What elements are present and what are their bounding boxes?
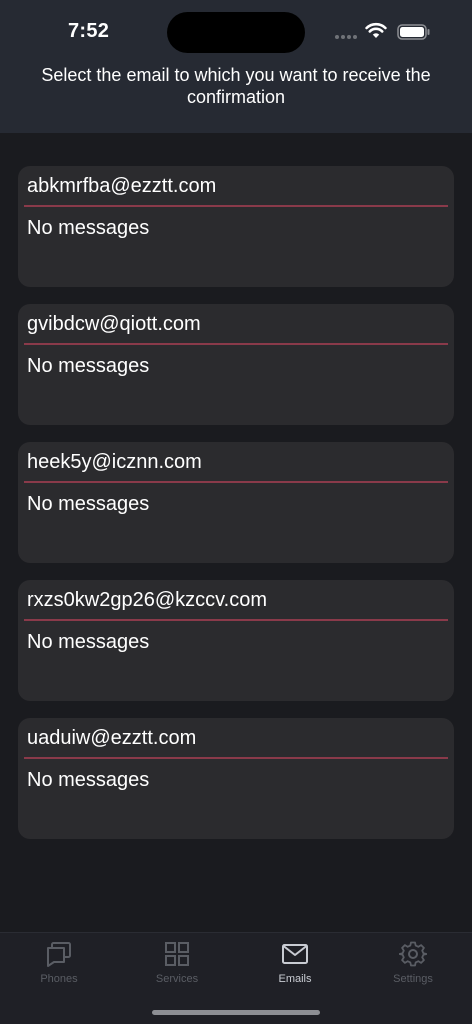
- wifi-icon: [365, 22, 387, 38]
- email-address: heek5y@icznn.com: [27, 451, 202, 473]
- email-card[interactable]: gvibdcw@qiott.com No messages: [18, 304, 454, 425]
- card-divider: [24, 343, 448, 345]
- card-divider: [24, 619, 448, 621]
- tab-phones[interactable]: Phones: [0, 933, 118, 993]
- message-status: No messages: [27, 493, 150, 515]
- email-address: abkmrfba@ezztt.com: [27, 175, 217, 197]
- card-divider: [24, 481, 448, 483]
- email-card[interactable]: uaduiw@ezztt.com No messages: [18, 718, 454, 839]
- email-card[interactable]: rxzs0kw2gp26@kzccv.com No messages: [18, 580, 454, 701]
- card-divider: [24, 205, 448, 207]
- grid-icon: [165, 942, 189, 966]
- message-status: No messages: [27, 355, 150, 377]
- header: 7:52 Select the email to which you want …: [0, 0, 472, 133]
- tab-label: Phones: [40, 973, 78, 985]
- gear-icon: [399, 941, 427, 967]
- tab-label: Services: [155, 973, 199, 985]
- status-bar: 7:52: [0, 0, 472, 62]
- message-status: No messages: [27, 769, 150, 791]
- battery-icon: [397, 24, 430, 40]
- page-title: Select the email to which you want to re…: [41, 65, 431, 107]
- home-indicator[interactable]: [152, 1010, 320, 1015]
- email-address: uaduiw@ezztt.com: [27, 727, 197, 749]
- envelope-icon: [282, 944, 308, 964]
- tab-bar: Phones Services Emails Settings: [0, 932, 472, 1024]
- message-status: No messages: [27, 217, 150, 239]
- tab-settings[interactable]: Settings: [354, 933, 472, 993]
- email-address: gvibdcw@qiott.com: [27, 313, 201, 335]
- card-divider: [24, 757, 448, 759]
- tab-label: Emails: [278, 973, 312, 985]
- tab-emails[interactable]: Emails: [236, 933, 354, 993]
- email-list: abkmrfba@ezztt.com No messages gvibdcw@q…: [18, 166, 454, 856]
- tab-services[interactable]: Services: [118, 933, 236, 993]
- message-status: No messages: [27, 631, 150, 653]
- phones-icon: [47, 942, 71, 967]
- cellular-signal-icon: [335, 35, 357, 39]
- dynamic-island: [167, 12, 305, 53]
- email-card[interactable]: heek5y@icznn.com No messages: [18, 442, 454, 563]
- email-card[interactable]: abkmrfba@ezztt.com No messages: [18, 166, 454, 287]
- status-time: 7:52: [68, 20, 110, 42]
- email-address: rxzs0kw2gp26@kzccv.com: [27, 589, 267, 611]
- tab-label: Settings: [393, 973, 433, 985]
